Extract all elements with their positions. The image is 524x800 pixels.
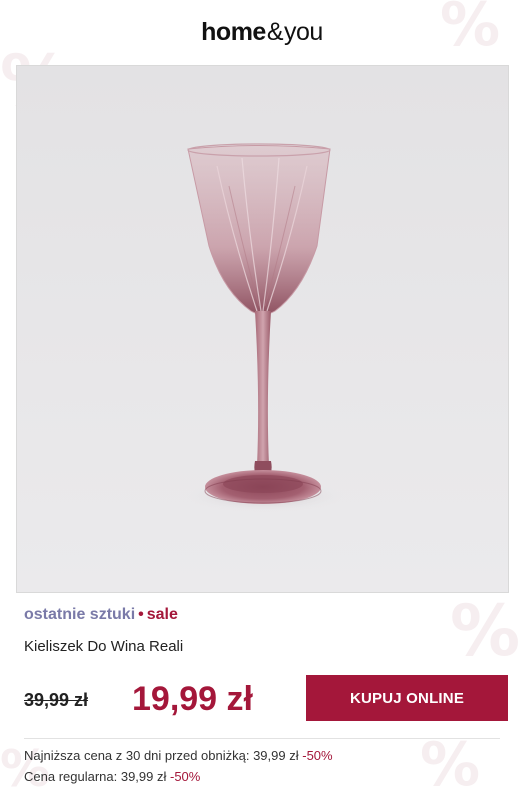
logo-home: home [201, 17, 266, 46]
last-items-tag: ostatnie sztuki [24, 606, 136, 623]
old-price: 39,99 zł [24, 690, 89, 710]
sale-price: 19,99 zł [132, 680, 253, 718]
regular-price-discount: -50% [170, 769, 201, 784]
lowest-price-info: Najniższa cena z 30 dni przed obniżką: 3… [24, 748, 333, 763]
site-header: home & you [0, 0, 524, 64]
wine-glass-illustration [185, 143, 345, 512]
logo-you: you [284, 17, 323, 46]
brand-logo[interactable]: home & you [201, 18, 323, 47]
logo-ampersand: & [266, 17, 284, 46]
tag-separator: • [138, 606, 144, 623]
lowest-price-label: Najniższa cena z 30 dni przed obniżką: 3… [24, 748, 299, 763]
divider [24, 738, 500, 739]
buy-online-button[interactable]: KUPUJ ONLINE [306, 675, 508, 721]
regular-price-label: Cena regularna: 39,99 zł [24, 769, 167, 784]
regular-price-info: Cena regularna: 39,99 zł -50% [24, 769, 200, 784]
lowest-price-discount: -50% [302, 748, 333, 763]
product-image[interactable] [16, 65, 509, 593]
sale-tag: sale [146, 606, 178, 623]
product-name[interactable]: Kieliszek Do Wina Reali [24, 638, 183, 655]
product-tags: ostatnie sztuki • sale [24, 606, 178, 624]
